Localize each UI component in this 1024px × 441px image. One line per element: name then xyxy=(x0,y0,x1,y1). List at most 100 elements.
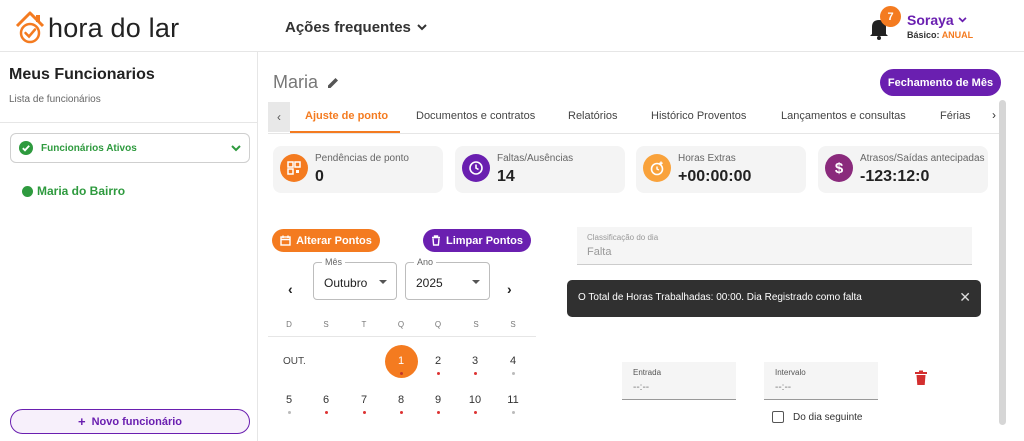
calendar-day-number: 7 xyxy=(360,394,368,406)
stat-card-pendencias: Pendências de ponto 0 xyxy=(273,146,443,193)
tab-scroll-left-button[interactable]: ‹ xyxy=(268,102,290,132)
event-dot xyxy=(399,411,403,414)
weekday-label: Q xyxy=(397,320,405,329)
status-dot xyxy=(22,185,33,197)
app-logo[interactable]: hora do lar xyxy=(14,9,179,45)
stat-label: Atrasos/Saídas antecipadas xyxy=(860,153,985,164)
tab-documentos[interactable]: Documentos e contratos xyxy=(416,110,535,122)
intervalo-time-field[interactable]: Intervalo --:-- xyxy=(764,362,878,400)
stat-card-faltas: Faltas/Ausências 14 xyxy=(455,146,625,193)
weekday-label: T xyxy=(361,320,367,329)
top-header: hora do lar Ações frequentes 7 Soraya Bá… xyxy=(0,0,1024,52)
calendar-day[interactable]: 4 xyxy=(496,355,530,375)
calendar-day[interactable]: 10 xyxy=(458,394,492,414)
calendar-day[interactable]: 1 xyxy=(384,355,418,375)
calendar-month-abbrev: OUT. xyxy=(283,356,306,367)
stat-label: Pendências de ponto xyxy=(315,153,409,164)
tab-ferias[interactable]: Férias xyxy=(940,110,971,122)
employee-title-text: Maria xyxy=(273,72,319,92)
calendar-day[interactable]: 6 xyxy=(309,394,343,414)
quick-actions-label: Ações frequentes xyxy=(285,19,411,36)
stat-value: 0 xyxy=(315,168,324,185)
chevron-down-icon xyxy=(417,24,427,31)
calendar-day-number: 11 xyxy=(507,394,519,406)
year-value: 2025 xyxy=(416,276,443,290)
trash-icon xyxy=(431,235,440,246)
calendar-day[interactable]: 5 xyxy=(272,394,306,414)
clear-points-label: Limpar Pontos xyxy=(445,234,523,247)
qr-grid-icon xyxy=(280,154,308,182)
calendar-icon xyxy=(280,235,291,246)
house-logo-icon xyxy=(15,11,45,44)
chevron-right-icon[interactable]: › xyxy=(992,108,996,122)
scrollbar[interactable] xyxy=(999,100,1006,425)
sidebar: Meus Funcionarios Lista de funcionários … xyxy=(0,52,258,441)
event-dot xyxy=(399,372,403,375)
previous-month-button[interactable]: ‹ xyxy=(288,281,293,297)
employee-list-item[interactable]: Maria do Bairro xyxy=(22,184,125,198)
stat-card-atrasos: $ Atrasos/Saídas antecipadas -123:12:0 xyxy=(818,146,988,193)
trash-icon[interactable] xyxy=(914,370,928,386)
check-circle-icon xyxy=(19,141,33,155)
entrada-label: Entrada xyxy=(633,368,662,377)
calendar-day[interactable]: 2 xyxy=(421,355,455,375)
employee-filter-select[interactable]: Funcionários Ativos xyxy=(10,133,250,163)
intervalo-value: --:-- xyxy=(775,382,792,393)
sidebar-title: Meus Funcionarios xyxy=(9,66,155,83)
calendar-day-number: 4 xyxy=(509,355,517,367)
calendar-day-number: 2 xyxy=(434,355,442,367)
weekday-label: S xyxy=(323,320,329,329)
next-month-button[interactable]: › xyxy=(507,281,512,297)
alter-points-button[interactable]: Alterar Pontos xyxy=(272,229,380,252)
calendar-day[interactable]: 9 xyxy=(421,394,455,414)
employee-title: Maria xyxy=(273,72,340,93)
tab-historico-proventos[interactable]: Histórico Proventos xyxy=(651,110,746,122)
calendar-day-number: 9 xyxy=(434,394,442,406)
logo-text: hora do lar xyxy=(48,13,180,43)
snackbar-toast: O Total de Horas Trabalhadas: 00:00. Dia… xyxy=(567,280,981,317)
stat-value: +00:00:00 xyxy=(678,168,752,185)
month-label: Mês xyxy=(322,257,346,267)
divider xyxy=(0,122,257,123)
tab-ajuste-de-ponto[interactable]: Ajuste de ponto xyxy=(305,110,388,122)
sidebar-subtitle: Lista de funcionários xyxy=(9,94,101,105)
tab-relatorios[interactable]: Relatórios xyxy=(568,110,618,122)
classification-label: Classificação do dia xyxy=(587,233,659,242)
event-dot xyxy=(287,411,291,414)
stat-value: -123:12:0 xyxy=(860,168,930,185)
alter-points-label: Alterar Pontos xyxy=(296,234,372,247)
new-employee-button[interactable]: + Novo funcionário xyxy=(10,409,250,434)
new-employee-label: Novo funcionário xyxy=(91,415,183,428)
pencil-icon[interactable] xyxy=(326,76,340,90)
calendar-day[interactable]: 3 xyxy=(458,355,492,375)
event-dot xyxy=(324,411,328,414)
dollar-icon: $ xyxy=(825,154,853,182)
employee-name: Maria do Bairro xyxy=(37,184,126,198)
clear-points-button[interactable]: Limpar Pontos xyxy=(423,229,531,252)
close-icon[interactable]: ✕ xyxy=(959,290,971,304)
calendar-day[interactable]: 7 xyxy=(347,394,381,414)
clock-plus-icon xyxy=(643,154,671,182)
year-label: Ano xyxy=(414,257,437,267)
entrada-time-field[interactable]: Entrada --:-- xyxy=(622,362,736,400)
plus-icon: + xyxy=(77,414,86,429)
day-classification-field[interactable]: Classificação do dia Falta xyxy=(577,227,972,265)
user-menu[interactable]: Soraya Básico: ANUAL xyxy=(907,12,973,40)
weekday-label: S xyxy=(473,320,479,329)
plan-label: Básico: xyxy=(907,30,940,40)
quick-actions-menu[interactable]: Ações frequentes xyxy=(285,19,427,36)
next-day-checkbox[interactable] xyxy=(772,411,784,423)
close-month-button[interactable]: Fechamento de Mês xyxy=(880,69,1001,96)
caret-down-icon xyxy=(472,280,480,284)
calendar-day[interactable]: 8 xyxy=(384,394,418,414)
filter-label: Funcionários Ativos xyxy=(41,142,137,154)
entrada-value: --:-- xyxy=(633,382,650,393)
month-select[interactable]: Mês Outubro xyxy=(313,257,397,300)
weekday-label: Q xyxy=(434,320,442,329)
calendar-day-number: 1 xyxy=(397,355,405,367)
next-day-label: Do dia seguinte xyxy=(793,412,863,423)
calendar-day[interactable]: 11 xyxy=(496,394,530,414)
event-dot xyxy=(362,411,366,414)
tab-lancamentos[interactable]: Lançamentos e consultas xyxy=(781,110,906,122)
year-select[interactable]: Ano 2025 xyxy=(405,257,490,300)
